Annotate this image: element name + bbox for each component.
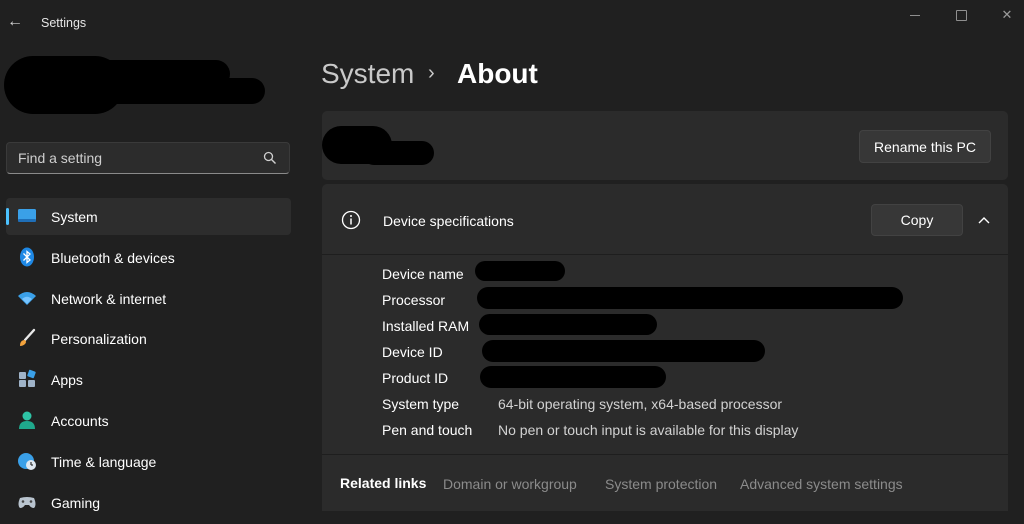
spec-value-pen-touch: No pen or touch input is available for t… <box>498 422 799 438</box>
pc-name-card: Rename this PC <box>322 111 1008 180</box>
redacted-account-name-3 <box>100 78 265 104</box>
maximize-icon <box>955 9 967 21</box>
redacted-device-id <box>482 340 765 362</box>
sidebar-item-bluetooth[interactable]: Bluetooth & devices <box>6 239 291 276</box>
search-input[interactable] <box>7 143 257 173</box>
back-arrow-icon[interactable]: ← <box>6 13 24 31</box>
minimize-icon <box>910 14 920 16</box>
sidebar-item-label: Personalization <box>51 331 147 348</box>
spec-value-system-type: 64-bit operating system, x64-based proce… <box>498 396 783 412</box>
device-specifications-card: Device specifications Copy Device name P… <box>322 184 1008 511</box>
spec-label-system-type: System type <box>382 396 460 412</box>
sidebar-item-system[interactable]: System <box>6 198 291 235</box>
globe-clock-icon <box>18 452 36 470</box>
spec-label-device-id: Device ID <box>382 344 443 360</box>
sidebar-item-accounts[interactable]: Accounts <box>6 402 291 439</box>
sidebar-item-label: Time & language <box>51 453 157 470</box>
link-advanced-system-settings[interactable]: Advanced system settings <box>740 476 903 492</box>
info-icon <box>341 210 361 230</box>
breadcrumb-parent[interactable]: System <box>321 58 414 90</box>
sidebar-item-apps[interactable]: Apps <box>6 361 291 398</box>
spec-label-pen-touch: Pen and touch <box>382 422 473 438</box>
sidebar-item-label: Gaming <box>51 494 101 511</box>
apps-icon <box>19 369 36 388</box>
wifi-icon <box>18 291 36 305</box>
sidebar-item-label: Bluetooth & devices <box>51 249 175 266</box>
person-icon <box>19 411 35 429</box>
minimize-button[interactable] <box>892 0 938 30</box>
spec-label-device-name: Device name <box>382 266 464 282</box>
redacted-pc-name-2 <box>362 141 434 165</box>
page-title: About <box>457 58 538 89</box>
redacted-installed-ram <box>479 314 657 335</box>
spec-label-product-id: Product ID <box>382 370 449 386</box>
specs-header[interactable]: Device specifications Copy <box>322 184 1008 255</box>
specs-title: Device specifications <box>383 213 514 229</box>
sidebar-item-time-language[interactable]: Time & language <box>6 443 291 480</box>
chevron-right-icon: › <box>428 62 435 84</box>
gamepad-icon <box>18 496 36 508</box>
app-title: Settings <box>41 16 87 30</box>
related-links-title: Related links <box>340 475 427 491</box>
sidebar-item-label: Accounts <box>51 412 109 429</box>
search-box[interactable] <box>6 142 290 174</box>
spec-label-installed-ram: Installed RAM <box>382 318 470 334</box>
sidebar-nav: System Bluetooth & devices Network & int… <box>6 198 291 524</box>
redacted-processor <box>477 287 903 309</box>
sidebar-item-label: Network & internet <box>51 290 167 307</box>
sidebar-item-label: Apps <box>51 372 83 389</box>
maximize-button[interactable] <box>938 0 984 30</box>
close-button[interactable]: ✕ <box>984 0 1024 30</box>
sidebar-item-gaming[interactable]: Gaming <box>6 484 291 521</box>
sidebar-item-personalization[interactable]: Personalization <box>6 320 291 357</box>
copy-button[interactable]: Copy <box>871 204 963 236</box>
close-icon: ✕ <box>1001 7 1013 22</box>
redacted-product-id <box>480 366 666 388</box>
title-bar: ← Settings ✕ <box>0 0 1024 46</box>
brush-icon <box>20 329 36 347</box>
link-system-protection[interactable]: System protection <box>605 476 717 492</box>
chevron-up-icon[interactable] <box>972 208 996 232</box>
monitor-icon <box>18 209 36 222</box>
search-icon <box>263 151 276 164</box>
link-domain-workgroup[interactable]: Domain or workgroup <box>443 476 577 492</box>
sidebar-item-network[interactable]: Network & internet <box>6 280 291 317</box>
related-links: Related links Domain or workgroup System… <box>322 454 1008 512</box>
rename-pc-button[interactable]: Rename this PC <box>859 130 991 163</box>
bluetooth-icon <box>20 247 34 267</box>
redacted-device-name <box>475 261 565 281</box>
spec-label-processor: Processor <box>382 292 446 308</box>
active-indicator <box>6 208 9 225</box>
sidebar-item-label: System <box>51 209 98 225</box>
